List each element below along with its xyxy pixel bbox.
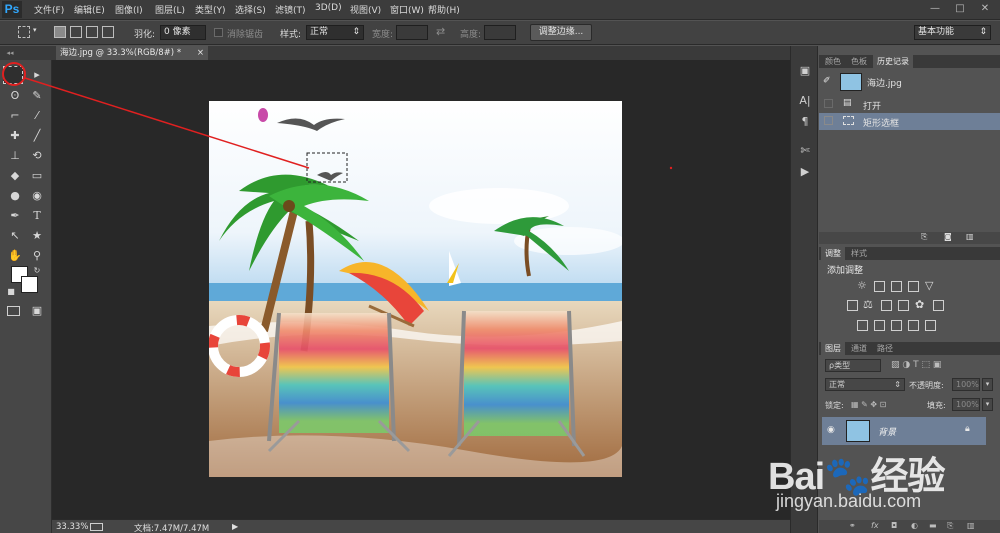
lock-icons: ▦ ✎ ✥ ⊡: [851, 400, 909, 411]
pixel-filter-icon[interactable]: ▧: [891, 360, 900, 370]
layer-thumbnail: [846, 420, 870, 442]
gradient-map-icon[interactable]: [908, 320, 919, 331]
tab-paths[interactable]: 路径: [873, 342, 897, 355]
history-item[interactable]: ▤ 打开: [819, 96, 1000, 113]
select-arrow-icon: ⇕: [894, 380, 901, 389]
tool-presets-icon[interactable]: ✄: [796, 143, 814, 159]
annotation-line: [24, 77, 310, 169]
right-panels: 颜色 色板 历史记录 ✐ 海边.jpg ▤ 打开 矩形选框 ⎘ ◙ ▥ 调整 样…: [819, 46, 1000, 533]
photo-filter-icon[interactable]: [898, 300, 909, 311]
tab-adjustments[interactable]: 调整: [821, 247, 845, 260]
adjust-row-2: ⚖ ✿: [847, 298, 967, 312]
levels-icon[interactable]: [874, 281, 885, 292]
lock-position-icon[interactable]: ✥: [870, 400, 877, 409]
character-icon[interactable]: A|: [796, 93, 814, 109]
layer-kind-filter[interactable]: ρ类型: [825, 359, 881, 372]
lock-all-icon[interactable]: ⊡: [880, 400, 887, 409]
vibrance-icon[interactable]: ▽: [925, 279, 933, 292]
lock-transparency-icon[interactable]: ▦: [851, 400, 859, 409]
tab-color[interactable]: 颜色: [821, 55, 845, 68]
layers-panel-tabs: 图层 通道 路径: [819, 342, 1000, 355]
opacity-dropdown-icon[interactable]: ▾: [982, 378, 993, 391]
paragraph-icon[interactable]: ¶: [796, 114, 814, 130]
history-snapshot[interactable]: ✐ 海边.jpg: [819, 71, 1000, 93]
layer-filter-icons: ▧ ◑ T ⬚ ▣: [891, 360, 991, 371]
tab-history[interactable]: 历史记录: [873, 55, 913, 68]
annotation-dot: [669, 166, 673, 170]
document-size: 文档:7.47M/7.47M: [134, 524, 210, 533]
layer-name: 背景: [878, 428, 897, 438]
color-balance-icon[interactable]: ⚖: [863, 298, 873, 311]
add-adjustment-title: 添加调整: [827, 266, 864, 276]
threshold-icon[interactable]: [891, 320, 902, 331]
trash-icon[interactable]: ▥: [966, 232, 974, 241]
adjust-row-3: [857, 320, 967, 332]
lock-pixels-icon[interactable]: ✎: [861, 400, 868, 409]
visibility-eye-icon[interactable]: ◉: [827, 425, 835, 435]
smart-filter-icon[interactable]: ▣: [933, 360, 942, 370]
adjust-filter-icon[interactable]: ◑: [902, 360, 910, 370]
channel-mixer-icon[interactable]: ✿: [915, 298, 924, 311]
new-layer-icon[interactable]: ⎘: [947, 521, 953, 531]
history-footer: ⎘ ◙ ▥: [819, 232, 1000, 244]
open-doc-icon: ▤: [843, 98, 852, 108]
status-info-icon[interactable]: [90, 523, 103, 531]
lock-label: 锁定:: [825, 401, 844, 410]
new-adjustment-icon[interactable]: ◐: [911, 521, 918, 530]
zoom-level[interactable]: 33.33%: [56, 522, 88, 532]
new-document-icon[interactable]: ⎘: [921, 232, 927, 242]
layers-footer: ⚭ fx ◘ ◐ ▬ ⎘ ▥: [819, 520, 1000, 533]
fill-dropdown-icon[interactable]: ▾: [982, 398, 993, 411]
history-panel-tabs: 颜色 色板 历史记录: [819, 55, 1000, 68]
black-white-icon[interactable]: [881, 300, 892, 311]
hue-saturation-icon[interactable]: [847, 300, 858, 311]
invert-icon[interactable]: [857, 320, 868, 331]
exposure-icon[interactable]: [908, 281, 919, 292]
opacity-label: 不透明度:: [909, 381, 944, 390]
fill-input[interactable]: 100%: [952, 398, 980, 411]
selective-color-icon[interactable]: [925, 320, 936, 331]
annotation-circle: [2, 62, 26, 86]
panel-icon-strip: ▣ A| ¶ ✄ ▶: [790, 46, 818, 533]
color-lookup-icon[interactable]: [933, 300, 944, 311]
history-item-label: 矩形选框: [863, 119, 900, 129]
adjust-panel-tabs: 调整 样式: [819, 247, 1000, 260]
history-item-label: 打开: [863, 102, 882, 112]
delete-layer-icon[interactable]: ▥: [967, 521, 975, 530]
snapshot-thumbnail: [840, 73, 862, 91]
status-bar: 33.33% 文档:7.47M/7.47M ▶: [52, 519, 790, 533]
fx-icon[interactable]: fx: [871, 521, 879, 530]
brush-source-icon: ✐: [823, 76, 831, 86]
tab-styles[interactable]: 样式: [847, 247, 871, 260]
text-filter-icon[interactable]: T: [913, 360, 919, 370]
snapshot-camera-icon[interactable]: ◙: [944, 232, 952, 241]
marquee-icon: [843, 116, 854, 125]
posterize-icon[interactable]: [874, 320, 885, 331]
history-checkbox[interactable]: [824, 116, 833, 125]
brightness-icon[interactable]: ☼: [857, 279, 867, 292]
shape-filter-icon[interactable]: ⬚: [922, 360, 931, 370]
tab-layers[interactable]: 图层: [821, 342, 845, 355]
navigator-icon[interactable]: ▣: [796, 63, 814, 79]
tab-channels[interactable]: 通道: [847, 342, 871, 355]
fill-label: 填充:: [927, 401, 946, 410]
snapshot-name: 海边.jpg: [867, 79, 902, 89]
layer-row-background[interactable]: ◉ 背景 🔒︎: [822, 417, 986, 445]
actions-play-icon[interactable]: ▶: [796, 164, 814, 180]
link-layers-icon[interactable]: ⚭: [849, 521, 856, 530]
tab-swatches[interactable]: 色板: [847, 55, 871, 68]
new-group-icon[interactable]: ▬: [929, 521, 937, 530]
history-item-selected[interactable]: 矩形选框: [819, 113, 1000, 130]
status-menu-arrow-icon[interactable]: ▶: [232, 522, 238, 531]
layer-lock-icon: 🔒︎: [965, 424, 970, 434]
add-mask-icon[interactable]: ◘: [891, 521, 897, 530]
curves-icon[interactable]: [891, 281, 902, 292]
history-checkbox[interactable]: [824, 99, 833, 108]
blend-mode-select[interactable]: 正常 ⇕: [825, 378, 905, 391]
opacity-input[interactable]: 100%: [952, 378, 980, 391]
adjust-row-1: ☼ ▽: [857, 279, 967, 293]
blend-mode-value: 正常: [829, 380, 845, 389]
